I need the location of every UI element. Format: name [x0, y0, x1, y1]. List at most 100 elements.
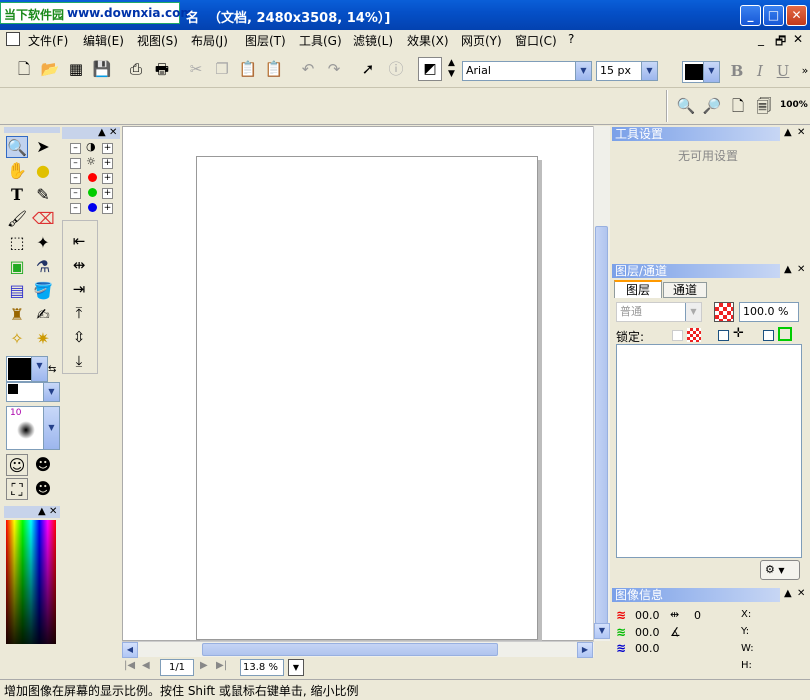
italic-button[interactable]: I: [750, 61, 770, 81]
foreground-color-picker[interactable]: ▼: [6, 356, 48, 382]
next-page-icon[interactable]: ▶: [200, 660, 208, 671]
actual-size-button[interactable]: 100%: [780, 100, 808, 110]
vertical-scrollbar[interactable]: ▼: [593, 126, 610, 641]
swatch-minus[interactable]: –: [70, 173, 81, 184]
panel-arrow-icon[interactable]: ▲: [784, 588, 792, 599]
reset-colors-icon[interactable]: [8, 384, 18, 394]
swatch-minus[interactable]: –: [70, 143, 81, 154]
doc-icon[interactable]: [6, 32, 20, 46]
mdi-restore[interactable]: 🗗: [775, 32, 786, 53]
align-bottom-icon[interactable]: ⤓: [69, 351, 89, 371]
pen-tool-icon[interactable]: ✎: [32, 184, 54, 206]
menu-edit[interactable]: 编辑(E): [83, 32, 124, 49]
mdi-close[interactable]: ✕: [793, 32, 803, 46]
menu-file[interactable]: 文件(F): [28, 32, 68, 49]
new-file-icon[interactable]: 🗋: [14, 59, 34, 79]
lock-all-checkbox[interactable]: [763, 330, 774, 341]
mode-mask-icon[interactable]: ☻: [32, 454, 54, 476]
minimize-button[interactable]: _: [740, 5, 761, 26]
color-spectrum[interactable]: [6, 520, 56, 644]
menu-effect[interactable]: 效果(X): [407, 32, 449, 49]
pointer-tool-icon[interactable]: ➤: [32, 136, 54, 158]
eyedropper-icon[interactable]: ⚗: [32, 256, 54, 278]
info-icon[interactable]: ⓘ: [386, 59, 406, 79]
fill-tool-icon[interactable]: 🪣: [32, 280, 54, 302]
full-screen-icon[interactable]: ☻: [32, 478, 54, 500]
tab-channels[interactable]: 通道: [663, 282, 707, 298]
toolbar-scroll-arrows[interactable]: ▲ ▼: [448, 58, 458, 80]
chevron-down-icon[interactable]: ▼: [641, 62, 657, 80]
menu-help[interactable]: ?: [568, 32, 574, 46]
panel-close-icon[interactable]: ✕: [109, 127, 117, 138]
chevron-down-icon[interactable]: ▼: [685, 303, 701, 321]
redo-icon[interactable]: ↷: [324, 59, 344, 79]
panel-arrow-icon[interactable]: ▲: [38, 506, 46, 517]
text-tool-icon[interactable]: T: [6, 184, 28, 206]
swatch-minus[interactable]: –: [70, 158, 81, 169]
zoom-field[interactable]: 13.8 %: [240, 659, 284, 676]
align-top-icon[interactable]: ⤒: [69, 303, 89, 323]
chevron-down-icon[interactable]: ▼: [31, 357, 47, 381]
document-page[interactable]: [196, 156, 538, 640]
fit-width-icon[interactable]: 🗐: [754, 96, 774, 116]
shape-tool-icon[interactable]: ●: [32, 160, 54, 182]
toolbar-overflow-icon[interactable]: »: [795, 61, 810, 81]
chevron-down-icon[interactable]: ▼: [43, 383, 59, 401]
screen-mode-icon[interactable]: ⛶: [6, 478, 28, 500]
paste-icon[interactable]: 📋: [238, 59, 258, 79]
font-select[interactable]: Arial ▼: [462, 61, 592, 81]
undo-icon[interactable]: ↶: [298, 59, 318, 79]
panel-close-icon[interactable]: ✕: [49, 506, 57, 517]
menu-tools[interactable]: 工具(G): [299, 32, 342, 49]
menu-view[interactable]: 视图(S): [137, 32, 178, 49]
select-tool-icon[interactable]: ⬚: [6, 232, 28, 254]
swatch-plus[interactable]: +: [102, 188, 113, 199]
print-icon[interactable]: 🖶: [152, 59, 172, 79]
zoom-out-icon[interactable]: 🔎: [702, 96, 722, 116]
layer-list[interactable]: [616, 344, 802, 558]
smudge-tool-icon[interactable]: ✍: [32, 304, 54, 326]
prev-page-icon[interactable]: ◀: [142, 660, 150, 671]
gradient-tool-icon[interactable]: ▤: [6, 280, 28, 302]
eraser-tool-icon[interactable]: ⌫: [32, 208, 55, 230]
zoom-dropdown-icon[interactable]: ▼: [288, 659, 304, 676]
hand-tool-icon[interactable]: ✋: [6, 160, 28, 182]
zoom-in-icon[interactable]: 🔍: [676, 96, 696, 116]
open-folder-icon[interactable]: 📂: [40, 59, 60, 79]
scan-icon[interactable]: ⎙: [126, 59, 146, 79]
crop-tool-icon[interactable]: ▣: [6, 256, 28, 278]
scroll-right-icon[interactable]: ▶: [577, 642, 593, 658]
chevron-down-icon[interactable]: ▼: [43, 407, 59, 449]
last-page-icon[interactable]: ▶|: [216, 660, 227, 671]
panel-arrow-icon[interactable]: ▲: [784, 264, 792, 275]
maximize-button[interactable]: □: [763, 5, 784, 26]
tab-layers[interactable]: 图层: [614, 280, 662, 298]
swatch-plus[interactable]: +: [102, 203, 113, 214]
chevron-down-icon[interactable]: ▼: [575, 62, 591, 80]
mdi-minimize[interactable]: _: [758, 32, 764, 46]
text-color-picker[interactable]: ▼: [682, 61, 720, 83]
cut-icon[interactable]: ✂: [186, 59, 206, 79]
blend-mode-select[interactable]: 普通 ▼: [616, 302, 702, 322]
help-pointer-icon[interactable]: ➚: [358, 59, 378, 79]
swatch-plus[interactable]: +: [102, 158, 113, 169]
align-left-icon[interactable]: ⇤: [69, 231, 89, 251]
mode-standard-icon[interactable]: ☺: [6, 454, 28, 476]
burn-tool-icon[interactable]: ✷: [32, 328, 54, 350]
panel-arrow-icon[interactable]: ▲: [784, 127, 792, 138]
brush-tool-icon[interactable]: 🖌: [6, 208, 28, 230]
magic-wand-icon[interactable]: ✦: [32, 232, 54, 254]
background-color-picker[interactable]: ▼: [6, 382, 60, 402]
panel-close-icon[interactable]: ✕: [797, 588, 805, 599]
align-right-icon[interactable]: ⇥: [69, 279, 89, 299]
save-icon[interactable]: 💾: [92, 59, 112, 79]
panel-close-icon[interactable]: ✕: [797, 127, 805, 138]
swatch-plus[interactable]: +: [102, 173, 113, 184]
stamp-tool-icon[interactable]: ♜: [6, 304, 28, 326]
browse-icon[interactable]: ▦: [66, 59, 86, 79]
first-page-icon[interactable]: |◀: [124, 660, 135, 671]
menu-filter[interactable]: 滤镜(L): [353, 32, 393, 49]
swatch-minus[interactable]: –: [70, 188, 81, 199]
menu-layer[interactable]: 图层(T): [245, 32, 286, 49]
chevron-down-icon[interactable]: ▼: [703, 62, 719, 82]
